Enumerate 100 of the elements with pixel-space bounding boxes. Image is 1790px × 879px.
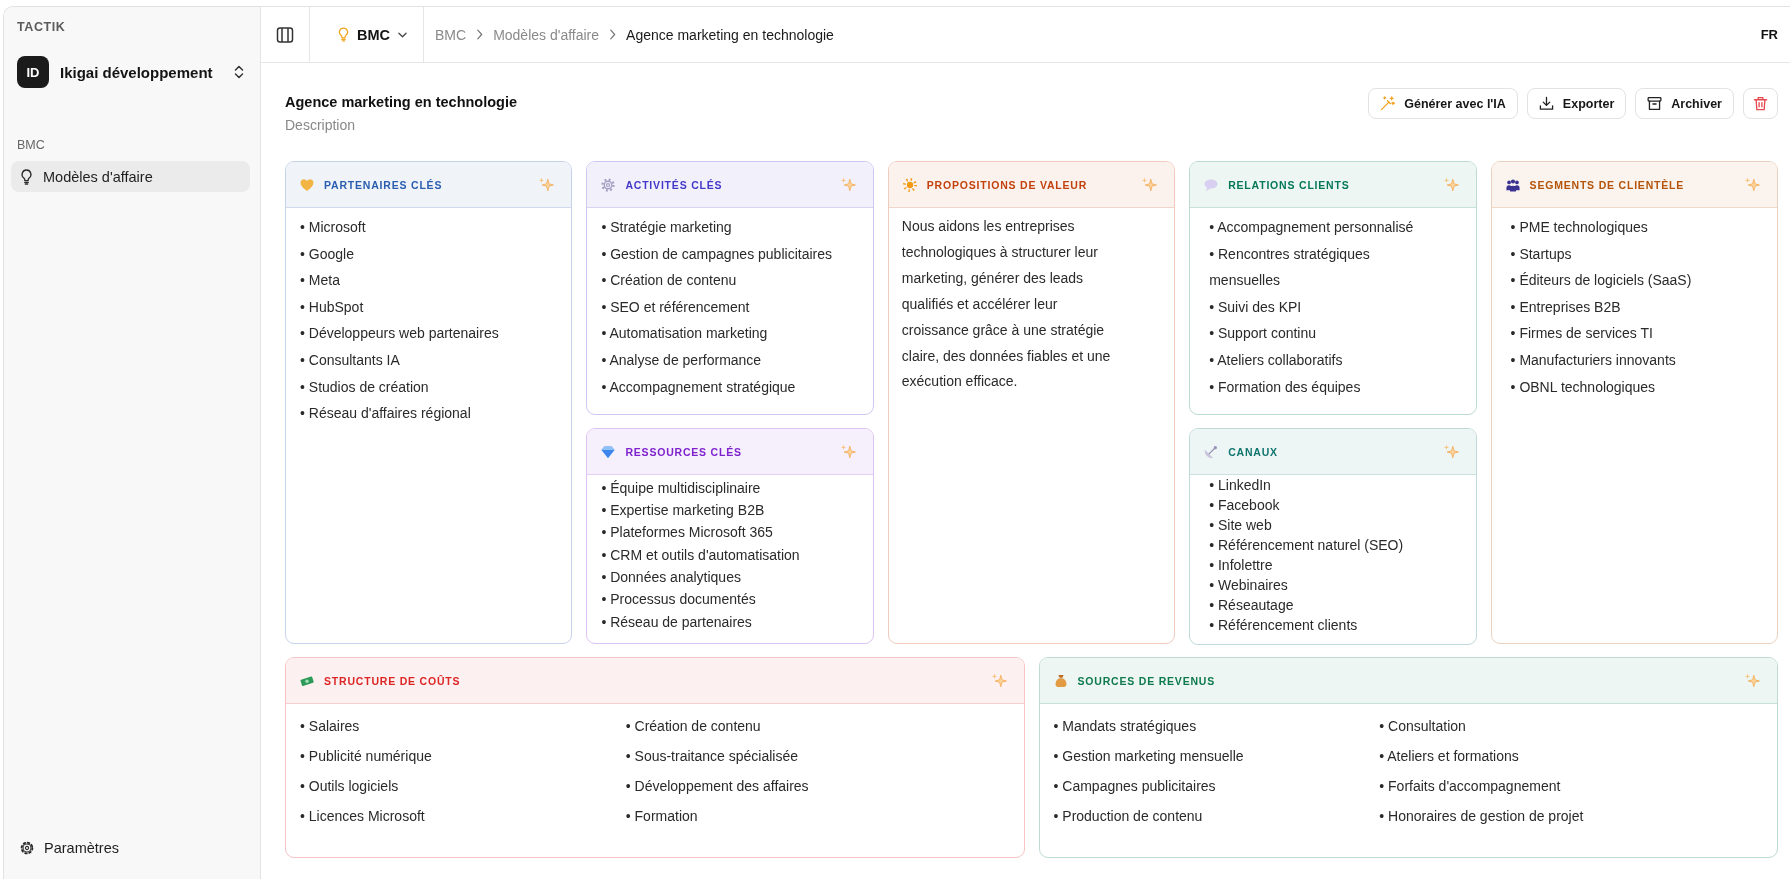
list-item: • OBNL technologiques	[1510, 377, 1657, 397]
list-item: • PME technologiques	[1510, 218, 1649, 237]
list-item: • Suivi des KPI	[1209, 297, 1303, 317]
archive-button[interactable]: Archiver	[1635, 88, 1734, 119]
card-title: ACTIVITÉS CLÉS	[625, 178, 724, 191]
list-item: • Manufacturiers innovants	[1510, 350, 1677, 370]
list-item: • Gestion marketing mensuelle	[1053, 747, 1245, 766]
list-item: • Accompagnement personnalisé	[1209, 218, 1415, 237]
module-dropdown[interactable]: BMC	[336, 22, 410, 47]
card-title: RESSOURCES CLÉS	[625, 445, 743, 458]
delete-button[interactable]	[1743, 88, 1778, 119]
list-item: • Stratégie marketing	[601, 218, 733, 237]
ai-suggest-button[interactable]	[1442, 176, 1459, 193]
ai-suggest-button[interactable]	[1744, 176, 1760, 193]
heart-icon	[300, 177, 314, 192]
ai-suggest-button[interactable]	[1442, 443, 1459, 460]
card-title: CANAUX	[1228, 445, 1279, 458]
list-item: • Consultation	[1379, 717, 1467, 736]
list-item: • Éditeurs de logiciels (SaaS)	[1510, 271, 1693, 291]
list-item: • Équipe multidisciplinaire	[601, 478, 762, 498]
sparkle-icon	[1744, 176, 1760, 193]
list-item: • Production de contenu	[1053, 807, 1204, 826]
card-title: PARTENAIRES CLÉS	[324, 178, 444, 191]
list-item: • Outils logiciels	[300, 777, 400, 796]
list-item: • Référencement naturel (SEO)	[1209, 536, 1405, 556]
card-title: SEGMENTS DE CLIENTÈLE	[1529, 178, 1686, 191]
list-item: • Startups	[1510, 244, 1573, 264]
card-title: PROPOSITIONS DE VALEUR	[926, 178, 1089, 191]
list-item: • Licences Microsoft	[300, 807, 426, 826]
list-item: • Consultants IA	[300, 350, 401, 370]
download-icon	[1538, 96, 1554, 111]
lightbulb-icon	[338, 27, 349, 42]
list-item: • Automatisation marketing	[601, 324, 769, 344]
speech-bubble-icon	[1204, 177, 1219, 192]
card-title: STRUCTURE DE COÛTS	[324, 674, 462, 687]
list-item: • Studios de création	[300, 377, 430, 397]
chevron-right-icon	[609, 29, 617, 40]
sparkle-icon	[839, 443, 856, 460]
sparkle-icon	[839, 176, 856, 193]
list-item: • Formation	[625, 807, 699, 826]
sparkle-icon	[1442, 443, 1459, 460]
sparkle-icon	[1744, 672, 1760, 689]
magic-wand-icon	[1380, 96, 1396, 111]
gear-icon	[601, 177, 616, 192]
list-item: • Meta	[300, 271, 341, 291]
list-item: • Google	[300, 244, 355, 264]
list-item: • Salaires	[300, 717, 361, 736]
ai-suggest-button[interactable]	[538, 176, 555, 193]
settings-item[interactable]: Paramètres	[11, 832, 250, 863]
page-title: Agence marketing en technologie	[285, 93, 518, 112]
gem-icon	[601, 444, 616, 459]
list-item: • Réseau de partenaires	[601, 612, 753, 632]
list-item: • Campagnes publicitaires	[1053, 777, 1217, 796]
list-item: • Sous-traitance spécialisée	[625, 747, 799, 766]
card-title: SOURCES DE REVENUS	[1077, 674, 1216, 687]
list-item: • CRM et outils d'automatisation	[601, 545, 801, 565]
lightbulb-icon	[20, 168, 33, 185]
sparkle-icon	[1442, 176, 1459, 193]
list-item: • Plateformes Microsoft 365	[601, 523, 774, 543]
list-item: • Webinaires	[1209, 576, 1289, 596]
list-item: • Expertise marketing B2B	[601, 500, 766, 520]
list-item: • Forfaits d'accompagnement	[1379, 777, 1562, 796]
list-item: • Ateliers collaboratifs	[1209, 350, 1344, 370]
list-item: • Honoraires de gestion de projet	[1379, 807, 1585, 826]
list-item: • Firmes de services TI	[1510, 324, 1654, 344]
section-label: BMC	[17, 137, 45, 154]
list-item: • Données analytiques	[601, 567, 742, 587]
breadcrumb-link[interactable]: BMC	[435, 26, 467, 43]
breadcrumb-link[interactable]: Modèles d'affaire	[493, 26, 600, 43]
list-item: • Création de contenu	[601, 271, 738, 291]
language-option[interactable]: FR	[1760, 23, 1778, 46]
people-icon	[1505, 177, 1520, 192]
sidebar-item[interactable]: Modèles d'affaire	[11, 161, 250, 192]
ai-suggest-button[interactable]	[1141, 176, 1158, 193]
breadcrumb-current: Agence marketing en technologie	[626, 26, 834, 43]
workspace-avatar: ID	[17, 56, 49, 88]
generate-ai-button[interactable]: Générer avec l'IA	[1368, 88, 1518, 119]
list-item: • Facebook	[1209, 496, 1281, 516]
list-item: • Réseautage	[1209, 596, 1295, 616]
list-item: • Ateliers et formations	[1379, 747, 1520, 766]
list-item: • Développement des affaires	[625, 777, 810, 796]
value-proposition-text: Nous aidons les entreprises technologiques à structurer leur marketing, générer des leads qualifiés et accélérer leur croissance grâce à une stratégie claire, des données fiables et une exécution efficace.	[900, 217, 1112, 392]
app-name: TACTIK	[17, 19, 66, 36]
export-button[interactable]: Exporter	[1526, 88, 1627, 119]
ai-suggest-button[interactable]	[990, 672, 1007, 689]
settings-icon	[20, 840, 34, 855]
ai-suggest-button[interactable]	[839, 176, 856, 193]
list-item: • Analyse de performance	[601, 350, 763, 370]
workspace-switcher[interactable]: Ikigai développement	[60, 59, 250, 85]
trash-icon	[1753, 96, 1768, 111]
ai-suggest-button[interactable]	[1744, 672, 1760, 689]
list-item: • Support continu	[1209, 324, 1318, 344]
ai-suggest-button[interactable]	[839, 443, 856, 460]
archive-box-icon	[1647, 96, 1663, 111]
banknote-icon	[300, 673, 314, 688]
caret-down-icon	[398, 31, 408, 38]
list-item: • Mandats stratégiques	[1053, 717, 1198, 736]
sidebar-toggle-button[interactable]	[276, 25, 294, 44]
list-item: • Processus documentés	[601, 590, 757, 610]
list-item: • SEO et référencement	[601, 297, 751, 317]
